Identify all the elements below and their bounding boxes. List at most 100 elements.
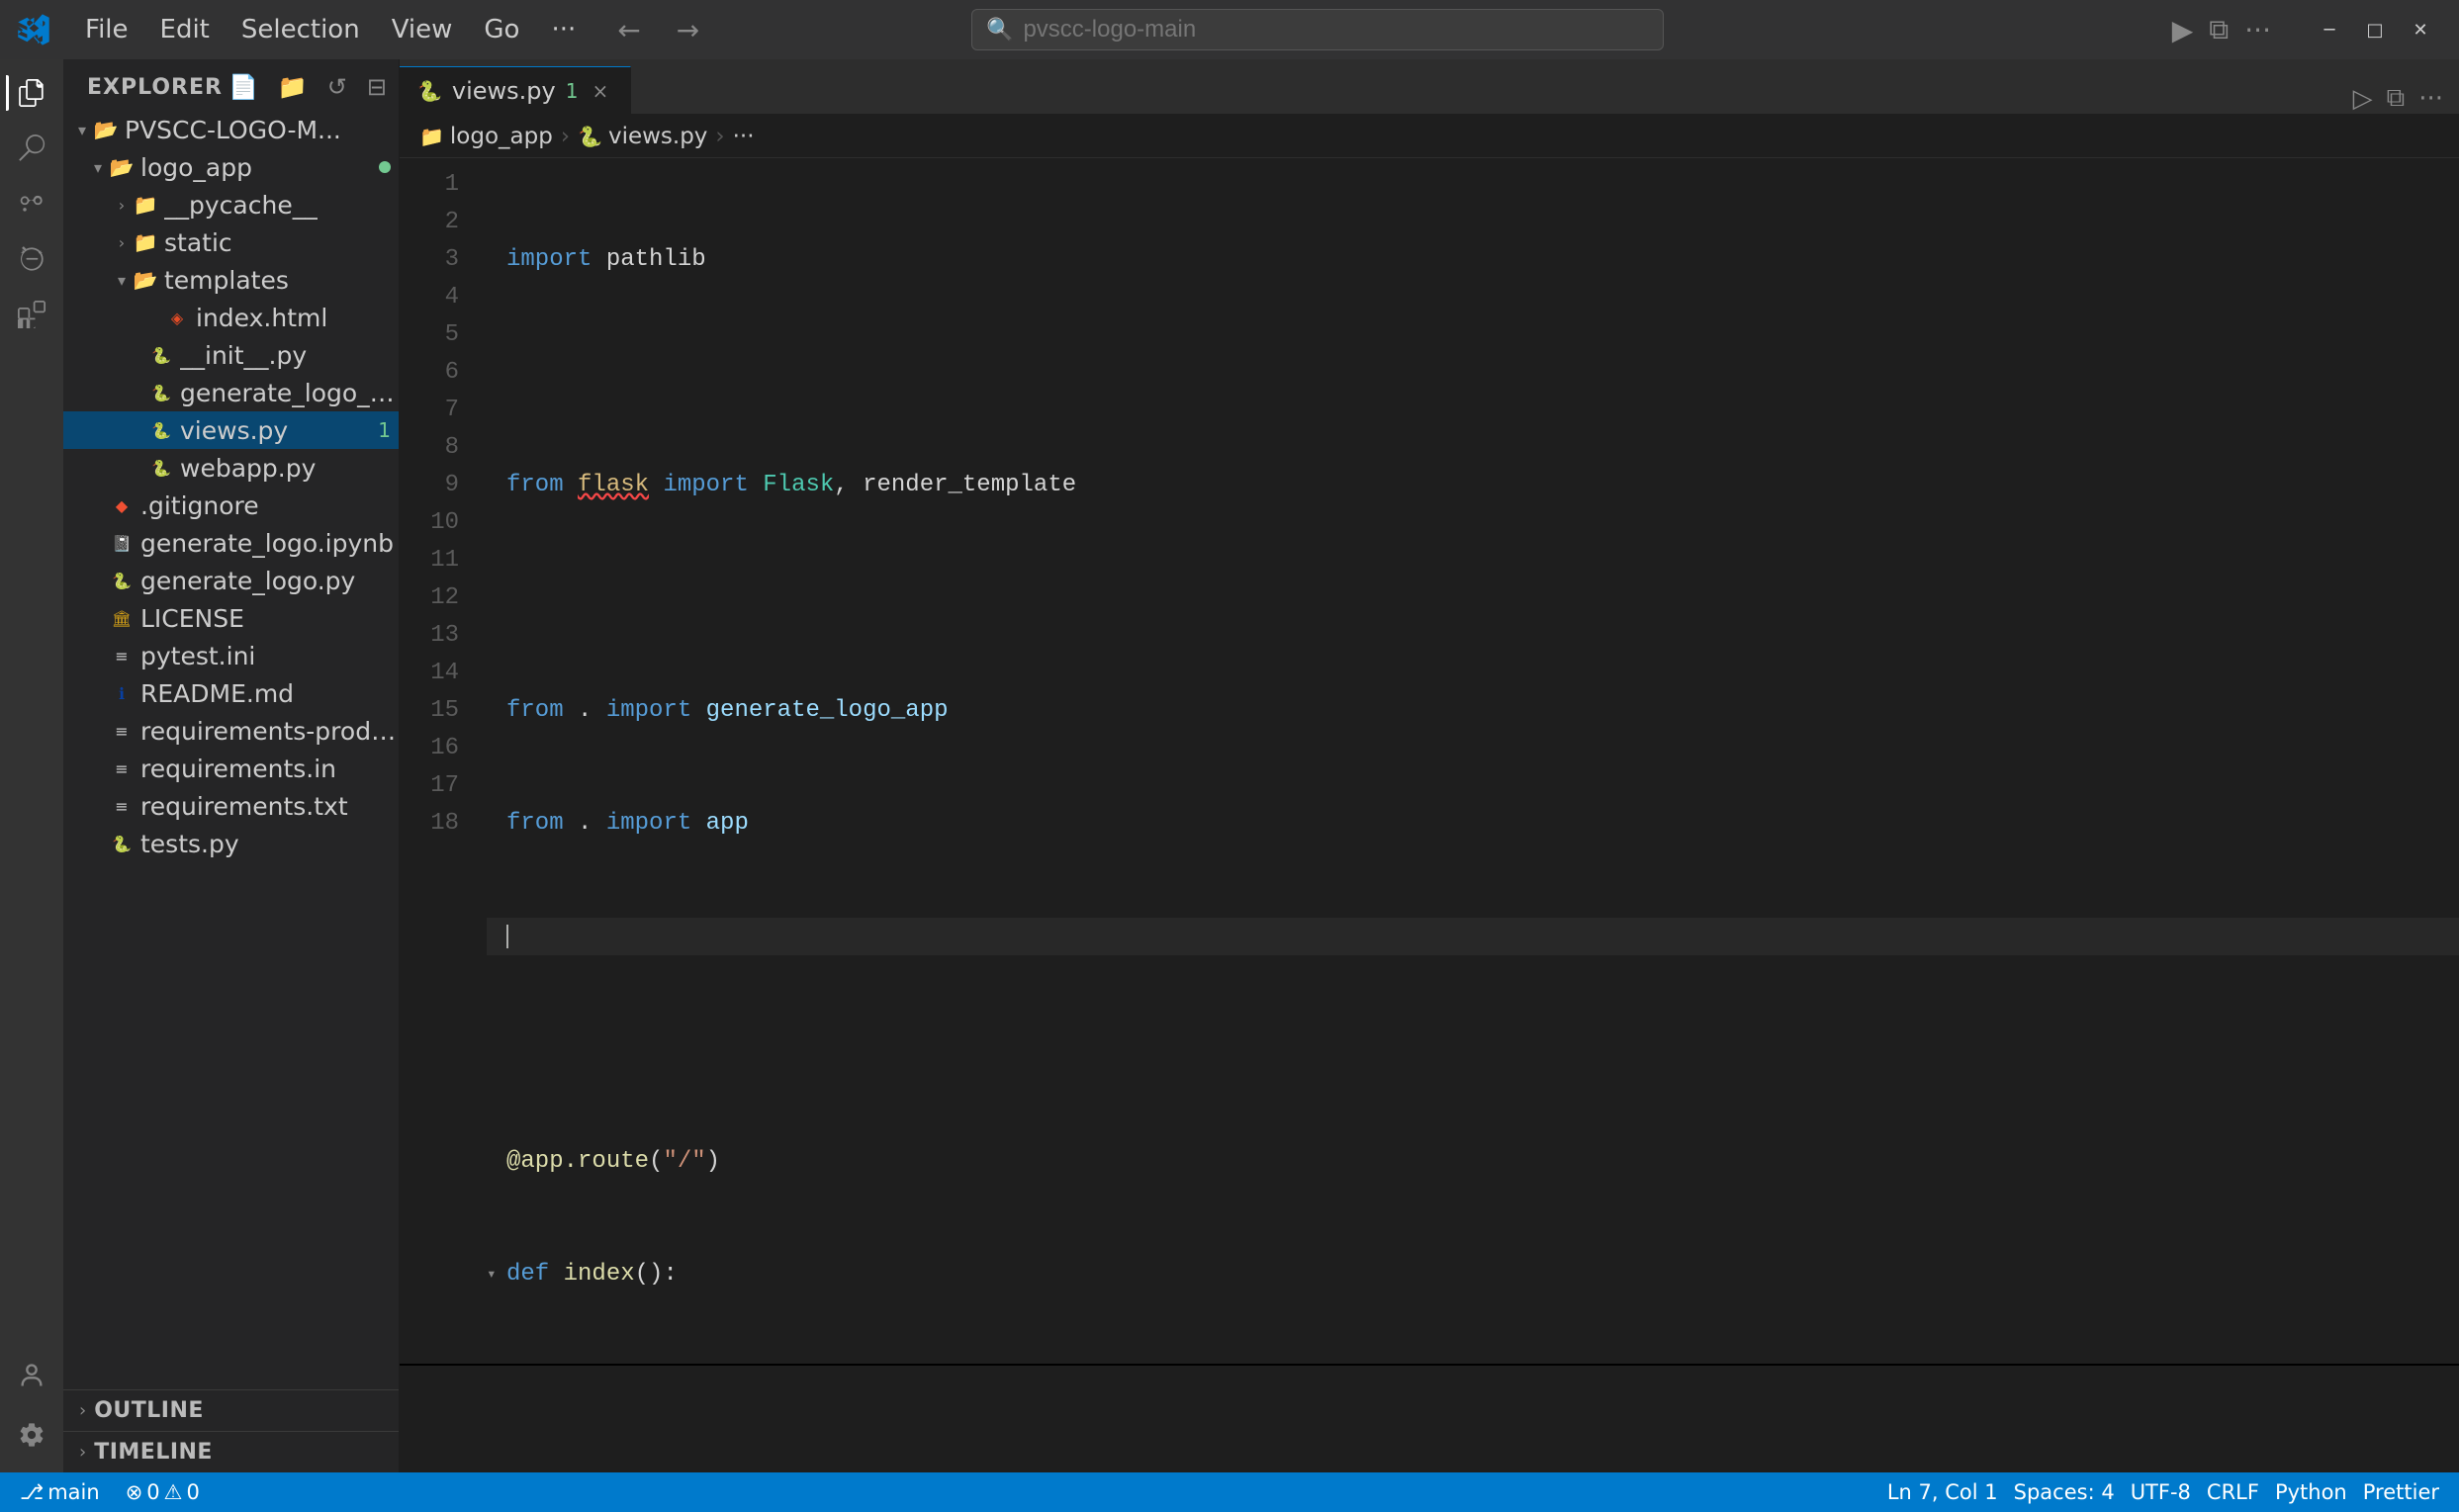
run-file-button[interactable]: ▷	[2353, 84, 2373, 114]
minimize-button[interactable]: ─	[2307, 11, 2352, 48]
tree-webapp-py[interactable]: 🐍 webapp.py	[63, 449, 399, 487]
language-text: Python	[2275, 1480, 2347, 1504]
branch-icon: ⎇	[20, 1480, 44, 1504]
templates-name: templates	[164, 266, 399, 295]
activity-settings[interactable]	[6, 1409, 57, 1461]
new-folder-button[interactable]: 📁	[272, 71, 314, 103]
search-bar[interactable]: 🔍	[971, 9, 1664, 50]
tree-templates[interactable]: 📂 templates	[63, 261, 399, 299]
tree-generate-logo-ipynb[interactable]: 📓 generate_logo.ipynb	[63, 524, 399, 562]
tree-req-txt[interactable]: ≡ requirements.txt	[63, 787, 399, 825]
menu-selection[interactable]: Selection	[228, 11, 374, 48]
timeline-section[interactable]: › TIMELINE	[63, 1431, 399, 1472]
pycache-name: __pycache__	[164, 191, 399, 220]
activity-explorer[interactable]	[6, 67, 57, 119]
breadcrumb-more[interactable]: ···	[733, 124, 755, 149]
tree-req-prod[interactable]: ≡ requirements-prod.txt	[63, 712, 399, 750]
breadcrumb-views-py[interactable]: 🐍 views.py	[578, 124, 707, 149]
search-input[interactable]	[1023, 16, 1649, 44]
status-encoding[interactable]: UTF-8	[2125, 1480, 2197, 1504]
run-button[interactable]: ▶	[2172, 14, 2194, 46]
code-line-5: from . import generate_logo_app	[487, 692, 2459, 730]
more-actions-button[interactable]: ···	[2244, 14, 2271, 46]
status-branch[interactable]: ⎇ main	[14, 1480, 106, 1504]
fold-10[interactable]	[487, 1256, 506, 1293]
status-errors[interactable]: ⊗ 0 ⚠ 0	[120, 1480, 206, 1504]
pytest-arrow	[87, 645, 109, 667]
tree-pycache[interactable]: 📁 __pycache__	[63, 186, 399, 223]
tab-close-button[interactable]: ×	[588, 77, 612, 105]
code-line-10: def index():	[487, 1256, 2459, 1293]
gitignore-name: .gitignore	[140, 491, 399, 520]
split-view-button[interactable]: ⧉	[2387, 83, 2406, 114]
outline-section[interactable]: › OUTLINE	[63, 1389, 399, 1431]
status-language[interactable]: Python	[2269, 1480, 2353, 1504]
req-txt-icon: ≡	[109, 793, 135, 819]
activity-search[interactable]	[6, 123, 57, 174]
activity-source-control[interactable]	[6, 178, 57, 229]
ipynb-icon: 📓	[109, 530, 135, 556]
pytest-icon: ≡	[109, 643, 135, 668]
close-button[interactable]: ✕	[2398, 11, 2443, 48]
code-line-9: @app.route("/")	[487, 1143, 2459, 1181]
more-tab-actions-button[interactable]: ···	[2418, 84, 2443, 114]
pycache-arrow	[111, 194, 133, 216]
tree-static[interactable]: 📁 static	[63, 223, 399, 261]
gen-logo-arrow	[127, 382, 148, 403]
tab-filename: views.py	[452, 77, 556, 105]
maximize-button[interactable]: □	[2352, 11, 2398, 48]
req-in-arrow	[87, 757, 109, 779]
menu-go[interactable]: Go	[470, 11, 533, 48]
breadcrumb-py-icon: 🐍	[578, 125, 602, 148]
tree-root[interactable]: 📂 PVSCC-LOGO-M...	[63, 111, 399, 148]
req-prod-name: requirements-prod.txt	[140, 717, 399, 746]
menu-view[interactable]: View	[378, 11, 467, 48]
tree-req-in[interactable]: ≡ requirements.in	[63, 750, 399, 787]
activity-account[interactable]	[6, 1350, 57, 1401]
req-prod-icon: ≡	[109, 718, 135, 744]
menu-file[interactable]: File	[71, 11, 142, 48]
nav-back-button[interactable]: ←	[609, 10, 648, 50]
status-spaces[interactable]: Spaces: 4	[2008, 1480, 2121, 1504]
tree-index-html[interactable]: ◈ index.html	[63, 299, 399, 336]
menu-edit[interactable]: Edit	[146, 11, 224, 48]
tree-gitignore[interactable]: ◆ .gitignore	[63, 487, 399, 524]
tree-tests-py[interactable]: 🐍 tests.py	[63, 825, 399, 862]
tree-views-py[interactable]: 🐍 views.py 1	[63, 411, 399, 449]
req-prod-arrow	[87, 720, 109, 742]
collapse-all-button[interactable]: ⊟	[361, 71, 393, 103]
refresh-button[interactable]: ↺	[321, 71, 353, 103]
eol-text: CRLF	[2207, 1480, 2259, 1504]
line-numbers: 1 2 3 4 5 6 7 8 9 10 11 12 13 14 15 16 1…	[400, 158, 479, 1364]
status-formatter[interactable]: Prettier	[2357, 1480, 2445, 1504]
webapp-arrow	[127, 457, 148, 479]
new-file-button[interactable]: 📄	[223, 71, 264, 103]
tree-generate-logo-app-py[interactable]: 🐍 generate_logo_app.py	[63, 374, 399, 411]
status-position[interactable]: Ln 7, Col 1	[1881, 1480, 2004, 1504]
tree-readme[interactable]: ℹ README.md	[63, 674, 399, 712]
menu-more[interactable]: ···	[537, 11, 590, 48]
code-content[interactable]: import pathlib from flask import Flask, …	[479, 158, 2459, 1364]
tree-init-py[interactable]: 🐍 __init__.py	[63, 336, 399, 374]
logo-app-arrow	[87, 156, 109, 178]
breadcrumb-logo-app[interactable]: 📁 logo_app	[419, 124, 553, 149]
code-editor[interactable]: 1 2 3 4 5 6 7 8 9 10 11 12 13 14 15 16 1…	[400, 158, 2459, 1364]
tab-right-actions: ▷ ⧉ ···	[2337, 83, 2459, 114]
tab-bar: 🐍 views.py 1 × ▷ ⧉ ···	[400, 59, 2459, 115]
readme-arrow	[87, 682, 109, 704]
gen-logo-icon: 🐍	[148, 380, 174, 405]
tree-generate-logo-py[interactable]: 🐍 generate_logo.py	[63, 562, 399, 599]
encoding-text: UTF-8	[2131, 1480, 2191, 1504]
activity-extensions[interactable]	[6, 289, 57, 340]
status-eol[interactable]: CRLF	[2201, 1480, 2265, 1504]
tree-pytest-ini[interactable]: ≡ pytest.ini	[63, 637, 399, 674]
nav-forward-button[interactable]: →	[669, 10, 707, 50]
logo-app-name: logo_app	[140, 153, 379, 182]
activity-run-debug[interactable]	[6, 233, 57, 285]
split-editor-button[interactable]: ⧉	[2209, 13, 2229, 46]
explorer-title: EXPLORER	[87, 75, 223, 100]
views-tab[interactable]: 🐍 views.py 1 ×	[400, 66, 631, 114]
tree-logo-app[interactable]: 📂 logo_app	[63, 148, 399, 186]
tree-license[interactable]: 🏛 LICENSE	[63, 599, 399, 637]
root-arrow	[71, 119, 93, 140]
